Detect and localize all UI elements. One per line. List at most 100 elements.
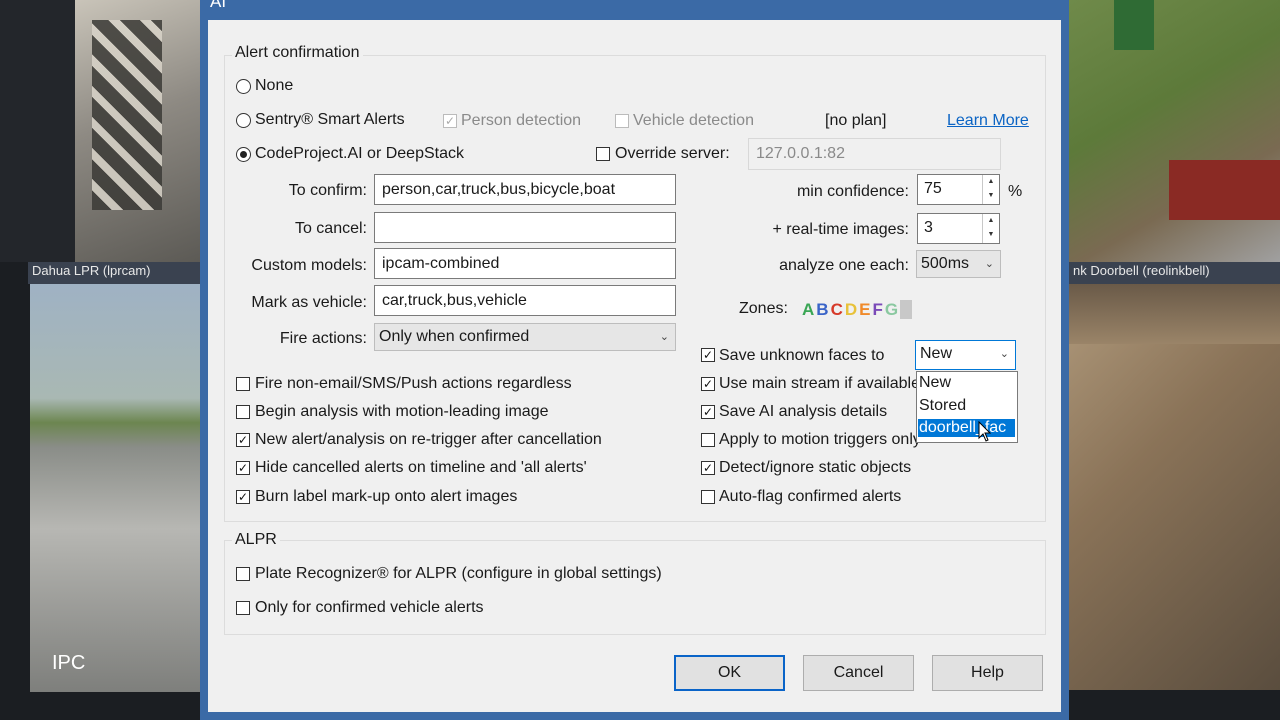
zones-list: ABCDEFGH	[802, 300, 914, 320]
percent-label: %	[1008, 183, 1023, 200]
camera-label-left: Dahua LPR (lprcam)	[32, 263, 151, 278]
spinner-arrows-icon[interactable]: ▲ ▼	[982, 214, 999, 243]
to-cancel-label: To cancel:	[294, 220, 367, 237]
save-faces-label: Save unknown faces to	[719, 347, 885, 364]
chevron-down-icon: ⌄	[659, 331, 669, 343]
alpr-group	[224, 540, 1046, 635]
save-ai-details-checkbox[interactable]: ✓	[701, 405, 715, 419]
faces-dropdown-list: New Stored doorbell_fac	[916, 371, 1018, 443]
sentry-radio[interactable]	[236, 113, 251, 128]
codeproject-label: CodeProject.AI or DeepStack	[255, 145, 464, 162]
analyze-one-each-value: 500ms	[921, 255, 970, 272]
confirmed-vehicle-checkbox[interactable]	[236, 601, 250, 615]
sentry-label: Sentry® Smart Alerts	[255, 111, 405, 128]
auto-flag-label: Auto-flag confirmed alerts	[719, 488, 902, 505]
zone-f[interactable]: F	[872, 300, 882, 319]
min-confidence-value: 75	[924, 180, 942, 197]
camera-tile-top-right[interactable]	[1069, 0, 1280, 262]
fire-actions-label: Fire actions:	[279, 330, 367, 347]
ok-button[interactable]: OK	[674, 655, 785, 691]
none-label: None	[255, 77, 294, 94]
motion-triggers-label: Apply to motion triggers only	[719, 431, 921, 448]
to-confirm-label: To confirm:	[288, 182, 367, 199]
min-confidence-label: min confidence:	[796, 183, 909, 200]
fire-actions-value: Only when confirmed	[379, 328, 530, 345]
camera-label-right: nk Doorbell (reolinkbell)	[1073, 263, 1210, 278]
vehicle-detection-label: Vehicle detection	[633, 112, 754, 129]
help-button[interactable]: Help	[932, 655, 1043, 691]
motion-triggers-checkbox[interactable]	[701, 433, 715, 447]
zones-label: Zones:	[739, 300, 788, 317]
static-objects-checkbox[interactable]: ✓	[701, 461, 715, 475]
fire-non-email-checkbox[interactable]	[236, 377, 250, 391]
no-plan-text: [no plan]	[825, 112, 887, 129]
zone-d[interactable]: D	[845, 300, 857, 319]
mark-vehicle-label: Mark as vehicle:	[251, 294, 367, 311]
burn-label-checkbox[interactable]: ✓	[236, 490, 250, 504]
chevron-down-icon: ⌄	[999, 348, 1009, 360]
none-radio[interactable]	[236, 79, 251, 94]
faces-folder-select[interactable]: New ⌄	[915, 340, 1016, 370]
main-stream-checkbox[interactable]: ✓	[701, 377, 715, 391]
custom-models-label: Custom models:	[251, 257, 367, 274]
mark-vehicle-input[interactable]: car,truck,bus,vehicle	[374, 285, 676, 316]
realtime-images-input[interactable]: 3 ▲ ▼	[917, 213, 1000, 244]
plate-recognizer-label: Plate Recognizer® for ALPR (configure in…	[255, 565, 662, 582]
faces-option-new[interactable]: New	[919, 374, 951, 392]
motion-leading-checkbox[interactable]	[236, 405, 250, 419]
realtime-images-label: + real-time images:	[772, 221, 910, 238]
to-confirm-input[interactable]: person,car,truck,bus,bicycle,boat	[374, 174, 676, 205]
realtime-images-value: 3	[924, 219, 933, 236]
alert-confirmation-title: Alert confirmation	[232, 44, 363, 62]
min-confidence-input[interactable]: 75 ▲ ▼	[917, 174, 1000, 205]
save-faces-checkbox[interactable]: ✓	[701, 348, 715, 362]
spinner-arrows-icon[interactable]: ▲ ▼	[982, 175, 999, 204]
zone-a[interactable]: A	[802, 300, 814, 319]
custom-models-input[interactable]: ipcam-combined	[374, 248, 676, 279]
burn-label-label: Burn label mark-up onto alert images	[255, 488, 518, 505]
static-objects-label: Detect/ignore static objects	[719, 459, 912, 476]
camera-label-bar-right: nk Doorbell (reolinkbell)	[1069, 262, 1280, 284]
fire-actions-select[interactable]: Only when confirmed ⌄	[374, 323, 676, 351]
override-server-checkbox[interactable]	[596, 147, 610, 161]
auto-flag-checkbox[interactable]	[701, 490, 715, 504]
dialog-title: AI	[210, 0, 227, 11]
faces-folder-value: New	[920, 345, 953, 362]
camera-label-bar-left: Dahua LPR (lprcam)	[28, 262, 200, 284]
hide-cancelled-checkbox[interactable]: ✓	[236, 461, 250, 475]
analyze-one-each-select[interactable]: 500ms ⌄	[916, 250, 1001, 278]
camera-tile-left[interactable]: IPC	[30, 284, 200, 692]
camera-tile-top-left	[0, 0, 200, 262]
zone-e[interactable]: E	[859, 300, 870, 319]
camera-overlay-text: IPC	[52, 652, 86, 674]
learn-more-link[interactable]: Learn More	[947, 112, 1029, 130]
codeproject-radio[interactable]	[236, 147, 251, 162]
vehicle-detection-checkbox[interactable]	[615, 114, 629, 128]
override-server-label: Override server:	[615, 145, 730, 162]
to-cancel-input[interactable]	[374, 212, 676, 243]
ai-dialog: Alert confirmation None Sentry® Smart Al…	[208, 20, 1061, 712]
person-detection-checkbox[interactable]: ✓	[443, 114, 457, 128]
plate-recognizer-checkbox[interactable]	[236, 567, 250, 581]
chevron-down-icon: ⌄	[984, 258, 994, 270]
camera-tile-right[interactable]	[1069, 284, 1280, 690]
faces-option-stored[interactable]: Stored	[919, 397, 966, 415]
fire-non-email-label: Fire non-email/SMS/Push actions regardle…	[255, 375, 572, 392]
zone-c[interactable]: C	[831, 300, 843, 319]
retrigger-label: New alert/analysis on re-trigger after c…	[255, 431, 602, 448]
cancel-button[interactable]: Cancel	[803, 655, 914, 691]
confirmed-vehicle-label: Only for confirmed vehicle alerts	[255, 599, 484, 616]
save-ai-details-label: Save AI analysis details	[719, 403, 888, 420]
zone-b[interactable]: B	[816, 300, 828, 319]
analyze-one-each-label: analyze one each:	[779, 257, 909, 274]
mouse-cursor-icon	[978, 421, 992, 442]
person-detection-label: Person detection	[461, 112, 582, 129]
zone-g[interactable]: G	[885, 300, 898, 319]
faces-option-doorbell[interactable]: doorbell_fac	[918, 419, 1015, 437]
zone-h[interactable]: H	[900, 300, 913, 319]
motion-leading-label: Begin analysis with motion-leading image	[255, 403, 549, 420]
retrigger-checkbox[interactable]: ✓	[236, 433, 250, 447]
main-stream-label: Use main stream if available	[719, 375, 920, 392]
hide-cancelled-label: Hide cancelled alerts on timeline and 'a…	[255, 459, 587, 476]
override-server-input[interactable]: 127.0.0.1:82	[748, 138, 1001, 170]
